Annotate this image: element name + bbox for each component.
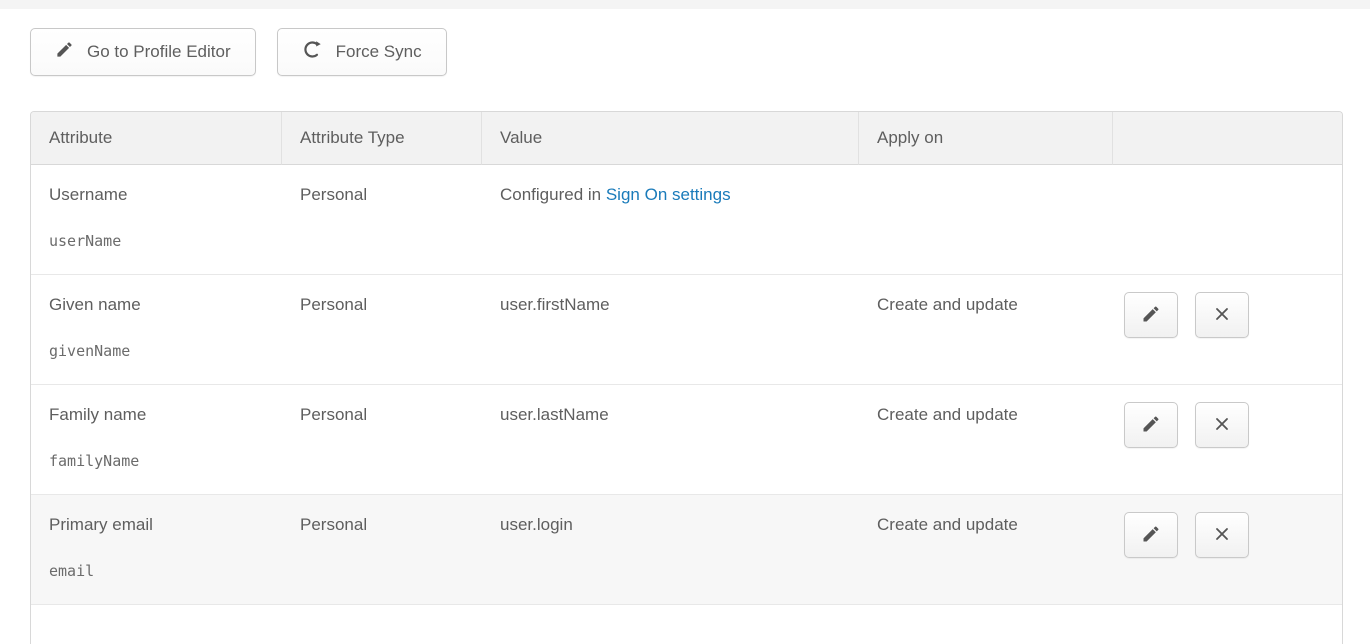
column-header-attribute: Attribute [31, 112, 282, 165]
top-strip [0, 0, 1370, 9]
button-label: Force Sync [336, 42, 422, 62]
edit-attribute-button[interactable] [1124, 512, 1178, 558]
delete-attribute-button[interactable] [1195, 292, 1249, 338]
column-header-actions [1113, 112, 1342, 165]
apply-on: Create and update [877, 515, 1105, 535]
column-header-attribute-type: Attribute Type [282, 112, 482, 165]
row-actions [1124, 292, 1342, 338]
value-text: user.firstName [500, 295, 610, 314]
column-header-value: Value [482, 112, 859, 165]
attribute-mapping-table: Attribute Attribute Type Value Apply on … [30, 111, 1343, 644]
delete-attribute-button[interactable] [1195, 402, 1249, 448]
table-body: Username userName Personal Configured in… [31, 165, 1342, 605]
attribute-label: Username [49, 185, 274, 205]
attribute-variable-name: familyName [49, 452, 274, 470]
apply-on: Create and update [877, 405, 1105, 425]
attribute-value: Configured in Sign On settings [500, 185, 851, 205]
attribute-value: user.firstName [500, 295, 851, 315]
force-sync-button[interactable]: Force Sync [277, 28, 447, 76]
attribute-type: Personal [300, 295, 474, 315]
pencil-icon [55, 40, 74, 64]
attribute-type: Personal [300, 185, 474, 205]
table-row: Family name familyName Personal user.las… [31, 385, 1342, 495]
column-header-apply-on: Apply on [859, 112, 1113, 165]
attribute-type: Personal [300, 405, 474, 425]
button-label: Go to Profile Editor [87, 42, 231, 62]
toolbar: Go to Profile Editor Force Sync [30, 28, 447, 76]
pencil-icon [1141, 414, 1161, 437]
refresh-icon [302, 39, 323, 65]
attribute-variable-name: email [49, 562, 274, 580]
value-text: user.lastName [500, 405, 609, 424]
pencil-icon [1141, 524, 1161, 547]
edit-attribute-button[interactable] [1124, 402, 1178, 448]
apply-on: Create and update [877, 295, 1105, 315]
sign-on-settings-link[interactable]: Sign On settings [606, 185, 731, 204]
attribute-label: Primary email [49, 515, 274, 535]
attribute-value: user.login [500, 515, 851, 535]
table-row: Primary email email Personal user.login … [31, 495, 1342, 605]
attribute-type: Personal [300, 515, 474, 535]
close-icon [1212, 524, 1232, 547]
delete-attribute-button[interactable] [1195, 512, 1249, 558]
table-row: Username userName Personal Configured in… [31, 165, 1342, 275]
go-to-profile-editor-button[interactable]: Go to Profile Editor [30, 28, 256, 76]
attribute-variable-name: givenName [49, 342, 274, 360]
attribute-variable-name: userName [49, 232, 274, 250]
table-header-row: Attribute Attribute Type Value Apply on [31, 112, 1342, 165]
close-icon [1212, 304, 1232, 327]
close-icon [1212, 414, 1232, 437]
row-actions [1124, 402, 1342, 448]
attribute-value: user.lastName [500, 405, 851, 425]
row-actions [1124, 512, 1342, 558]
attribute-label: Given name [49, 295, 274, 315]
attribute-label: Family name [49, 405, 274, 425]
table-row: Given name givenName Personal user.first… [31, 275, 1342, 385]
value-text: user.login [500, 515, 573, 534]
pencil-icon [1141, 304, 1161, 327]
value-text: Configured in [500, 185, 606, 204]
edit-attribute-button[interactable] [1124, 292, 1178, 338]
